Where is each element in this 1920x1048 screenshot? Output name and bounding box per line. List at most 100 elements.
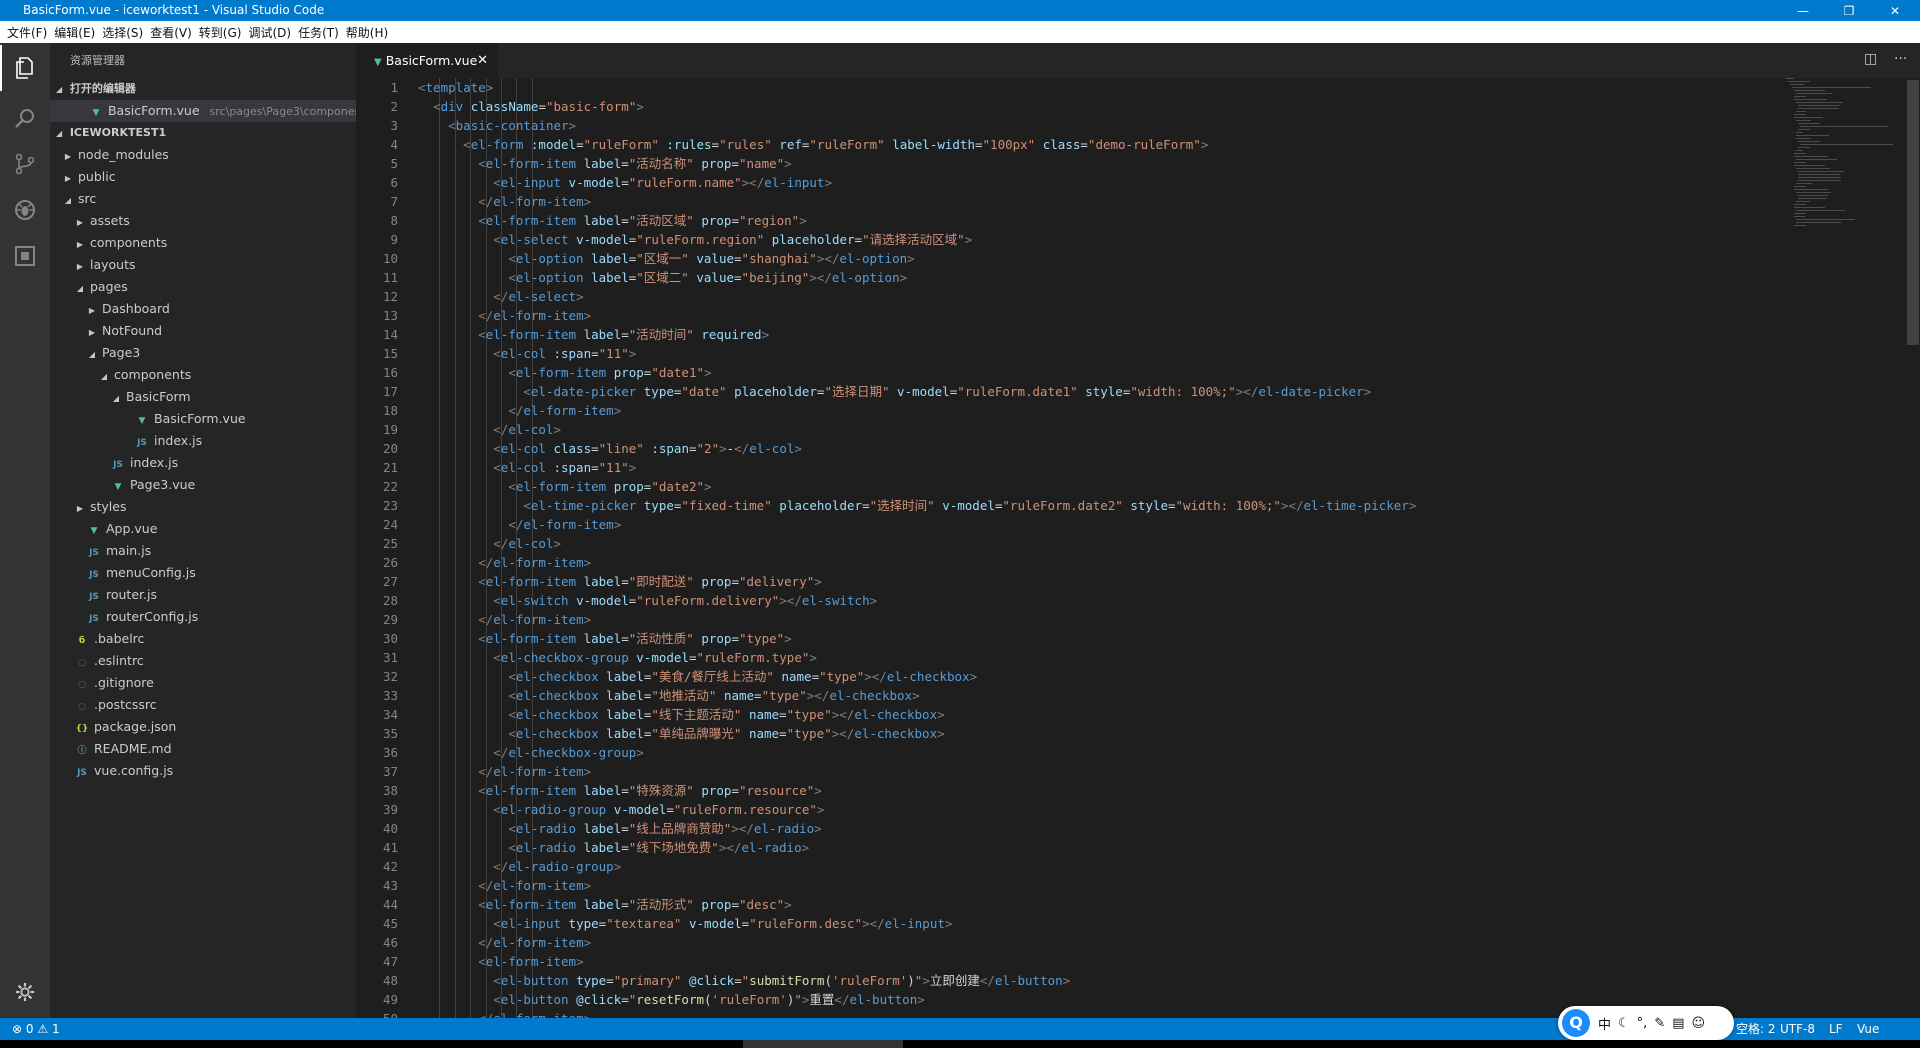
code-line[interactable]: 43 </el-form-item> xyxy=(356,876,1796,895)
search-icon[interactable] xyxy=(0,95,50,141)
code-line[interactable]: 4 <el-form :model="ruleForm" :rules="rul… xyxy=(356,135,1796,154)
code-line[interactable]: 41 <el-radio label="线下场地免费"></el-radio> xyxy=(356,838,1796,857)
code-line[interactable]: 20 <el-col class="line" :span="2">-</el-… xyxy=(356,439,1796,458)
folder-item[interactable]: ▶ Dashboard xyxy=(50,298,356,320)
more-actions-icon[interactable]: ··· xyxy=(1894,51,1907,67)
code-line[interactable]: 19 </el-col> xyxy=(356,420,1796,439)
menu-tasks[interactable]: 任务(T) xyxy=(295,24,343,41)
code-line[interactable]: 44 <el-form-item label="活动形式" prop="desc… xyxy=(356,895,1796,914)
clipboard-icon[interactable]: ▤ xyxy=(1672,1016,1684,1031)
code-line[interactable]: 31 <el-checkbox-group v-model="ruleForm.… xyxy=(356,648,1796,667)
folder-item[interactable]: ▶ NotFound xyxy=(50,320,356,342)
code-line[interactable]: 21 <el-col :span="11"> xyxy=(356,458,1796,477)
indentation-status[interactable]: 空格: 2 xyxy=(1736,1018,1776,1040)
file-item[interactable]: JS router.js xyxy=(50,584,356,606)
code-line[interactable]: 40 <el-radio label="线上品牌商赞助"></el-radio> xyxy=(356,819,1796,838)
code-line[interactable]: 22 <el-form-item prop="date2"> xyxy=(356,477,1796,496)
code-line[interactable]: 15 <el-col :span="11"> xyxy=(356,344,1796,363)
tab-basicform-vue[interactable]: ▼ BasicForm.vue ✕ xyxy=(356,43,498,78)
close-window-button[interactable]: ✕ xyxy=(1872,0,1918,21)
file-item[interactable]: ▼ App.vue xyxy=(50,518,356,540)
menu-go[interactable]: 转到(G) xyxy=(196,24,246,41)
file-item[interactable]: JS menuConfig.js xyxy=(50,562,356,584)
code-line[interactable]: 25 </el-col> xyxy=(356,534,1796,553)
code-line[interactable]: 38 <el-form-item label="特殊资源" prop="reso… xyxy=(356,781,1796,800)
code-line[interactable]: 47 <el-form-item> xyxy=(356,952,1796,971)
language-mode[interactable]: Vue xyxy=(1857,1018,1879,1040)
file-item[interactable]: ⓘ README.md xyxy=(50,738,356,760)
folder-item[interactable]: ▶ node_modules xyxy=(50,144,356,166)
code-line[interactable]: 11 <el-option label="区域二" value="beijing… xyxy=(356,268,1796,287)
ime-language[interactable]: 中 xyxy=(1598,1014,1611,1033)
file-item[interactable]: JS vue.config.js xyxy=(50,760,356,782)
workspace-section[interactable]: ◢ ICEWORKTEST1 xyxy=(50,122,356,144)
code-line[interactable]: 45 <el-input type="textarea" v-model="ru… xyxy=(356,914,1796,933)
file-item[interactable]: JS index.js xyxy=(50,430,356,452)
folder-item[interactable]: ▶ public xyxy=(50,166,356,188)
code-line[interactable]: 5 <el-form-item label="活动名称" prop="name"… xyxy=(356,154,1796,173)
punctuation-icon[interactable]: °, xyxy=(1637,1016,1648,1031)
code-line[interactable]: 7 </el-form-item> xyxy=(356,192,1796,211)
code-line[interactable]: 32 <el-checkbox label="美食/餐厅线上活动" name="… xyxy=(356,667,1796,686)
file-item[interactable]: ◌ .gitignore xyxy=(50,672,356,694)
folder-item[interactable]: ▶ styles xyxy=(50,496,356,518)
split-editor-icon[interactable]: ◫ xyxy=(1864,51,1877,67)
code-line[interactable]: 14 <el-form-item label="活动时间" required> xyxy=(356,325,1796,344)
minimap[interactable] xyxy=(1786,78,1906,338)
file-item[interactable]: JS index.js xyxy=(50,452,356,474)
file-item[interactable]: JS main.js xyxy=(50,540,356,562)
menu-view[interactable]: 查看(V) xyxy=(147,24,196,41)
code-line[interactable]: 28 <el-switch v-model="ruleForm.delivery… xyxy=(356,591,1796,610)
taskbar-button[interactable] xyxy=(743,1040,903,1048)
wrench-icon[interactable]: ✎ xyxy=(1654,1016,1665,1031)
file-item[interactable]: ▼ BasicForm.vue xyxy=(50,408,356,430)
code-line[interactable]: 10 <el-option label="区域一" value="shangha… xyxy=(356,249,1796,268)
file-item[interactable]: б .babelrc xyxy=(50,628,356,650)
code-line[interactable]: 37 </el-form-item> xyxy=(356,762,1796,781)
menu-help[interactable]: 帮助(H) xyxy=(343,24,392,41)
file-item[interactable]: ◌ .eslintrc xyxy=(50,650,356,672)
code-line[interactable]: 24 </el-form-item> xyxy=(356,515,1796,534)
code-line[interactable]: 36 </el-checkbox-group> xyxy=(356,743,1796,762)
code-line[interactable]: 17 <el-date-picker type="date" placehold… xyxy=(356,382,1796,401)
code-line[interactable]: 29 </el-form-item> xyxy=(356,610,1796,629)
problems-indicator[interactable]: ⊗ 0 ⚠ 1 xyxy=(12,1018,60,1040)
code-editor[interactable]: 1 <template> 2 <div className="basic-form"… xyxy=(356,78,1920,1018)
folder-item[interactable]: ◢ components xyxy=(50,364,356,386)
folder-item[interactable]: ▶ components xyxy=(50,232,356,254)
debug-icon[interactable] xyxy=(0,187,50,233)
code-line[interactable]: 16 <el-form-item prop="date1"> xyxy=(356,363,1796,382)
code-line[interactable]: 26 </el-form-item> xyxy=(356,553,1796,572)
file-item[interactable]: {} package.json xyxy=(50,716,356,738)
folder-item[interactable]: ◢ Page3 xyxy=(50,342,356,364)
folder-item[interactable]: ▶ assets xyxy=(50,210,356,232)
code-line[interactable]: 23 <el-time-picker type="fixed-time" pla… xyxy=(356,496,1796,515)
code-line[interactable]: 39 <el-radio-group v-model="ruleForm.res… xyxy=(356,800,1796,819)
source-control-icon[interactable] xyxy=(0,141,50,187)
code-line[interactable]: 12 </el-select> xyxy=(356,287,1796,306)
moon-icon[interactable]: ☾ xyxy=(1618,1016,1630,1031)
folder-item[interactable]: ▶ layouts xyxy=(50,254,356,276)
menu-selection[interactable]: 选择(S) xyxy=(99,24,147,41)
code-line[interactable]: 46 </el-form-item> xyxy=(356,933,1796,952)
code-line[interactable]: 13 </el-form-item> xyxy=(356,306,1796,325)
open-editors-section[interactable]: ◢ 打开的编辑器 xyxy=(50,78,356,100)
explorer-icon[interactable] xyxy=(0,45,50,91)
scrollbar-thumb[interactable] xyxy=(1907,80,1919,345)
folder-item[interactable]: ◢ BasicForm xyxy=(50,386,356,408)
extensions-icon[interactable] xyxy=(0,233,50,279)
eol-status[interactable]: LF xyxy=(1829,1018,1843,1040)
code-line[interactable]: 48 <el-button type="primary" @click="sub… xyxy=(356,971,1796,990)
file-item[interactable]: ▼ Page3.vue xyxy=(50,474,356,496)
code-line[interactable]: 6 <el-input v-model="ruleForm.name"></el… xyxy=(356,173,1796,192)
code-line[interactable]: 2 <div className="basic-form"> xyxy=(356,97,1796,116)
code-line[interactable]: 3 <basic-container> xyxy=(356,116,1796,135)
close-icon[interactable]: ✕ xyxy=(477,43,488,78)
code-line[interactable]: 9 <el-select v-model="ruleForm.region" p… xyxy=(356,230,1796,249)
code-line[interactable]: 35 <el-checkbox label="单纯品牌曝光" name="typ… xyxy=(356,724,1796,743)
file-item[interactable]: ◌ .postcssrc xyxy=(50,694,356,716)
code-line[interactable]: 18 </el-form-item> xyxy=(356,401,1796,420)
code-line[interactable]: 33 <el-checkbox label="地推活动" name="type"… xyxy=(356,686,1796,705)
folder-item[interactable]: ◢ src xyxy=(50,188,356,210)
code-line[interactable]: 30 <el-form-item label="活动性质" prop="type… xyxy=(356,629,1796,648)
